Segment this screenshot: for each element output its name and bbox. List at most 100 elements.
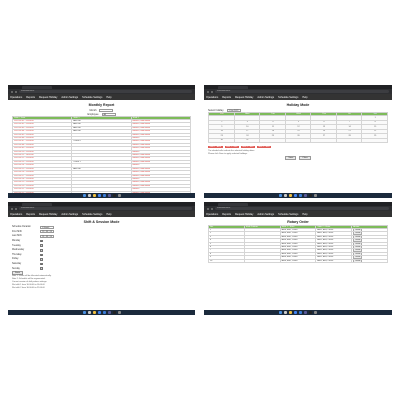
browser-tab[interactable] <box>218 203 248 206</box>
search-icon[interactable] <box>87 194 91 197</box>
nav-item[interactable]: Operations <box>206 213 218 216</box>
windows-icon[interactable] <box>279 194 282 197</box>
files-icon[interactable] <box>92 194 96 197</box>
back-icon[interactable] <box>11 207 13 210</box>
delete-button[interactable]: Delete <box>353 239 363 241</box>
address-field[interactable]: scheduler.local <box>19 207 192 210</box>
windows-icon[interactable] <box>279 311 282 314</box>
nav-item[interactable]: Admin Settings <box>257 96 274 99</box>
delete-button[interactable]: Delete <box>353 243 363 245</box>
terminal-icon[interactable] <box>309 311 312 314</box>
files-icon[interactable] <box>92 311 96 314</box>
calendar-day[interactable] <box>259 137 286 143</box>
nav-item[interactable]: Help <box>106 213 111 216</box>
delete-button[interactable]: Delete <box>353 246 363 248</box>
nav-item[interactable]: Reports <box>222 96 231 99</box>
settings-icon[interactable] <box>117 194 121 197</box>
weekday-checkbox[interactable]: ✓ <box>40 267 43 270</box>
store-icon[interactable] <box>107 194 111 197</box>
delete-button[interactable]: Delete <box>353 260 363 262</box>
reload-icon[interactable] <box>15 207 17 210</box>
settings-icon[interactable] <box>117 311 121 314</box>
employee-select[interactable]: All <box>101 112 116 116</box>
settings-icon[interactable] <box>314 311 317 314</box>
browser-tab[interactable] <box>22 203 52 206</box>
nav-item[interactable]: Reports <box>222 213 231 216</box>
weekday-checkbox[interactable]: ✓ <box>40 262 43 266</box>
nav-item[interactable]: Request Holiday <box>235 96 253 99</box>
browser-icon[interactable] <box>294 311 297 314</box>
nav-item[interactable]: Schedule Settings <box>278 213 298 216</box>
weekday-checkbox[interactable]: ✓ <box>40 244 43 247</box>
nav-item[interactable]: Help <box>106 96 111 99</box>
browser-tab[interactable] <box>218 86 248 89</box>
mail-icon[interactable] <box>299 311 302 314</box>
shift-slot-chip[interactable]: Shift 2 - Bart <box>256 146 271 148</box>
weekday-checkbox[interactable]: ✓ <box>40 249 43 252</box>
files-icon[interactable] <box>289 311 292 314</box>
browser-icon[interactable] <box>97 194 101 197</box>
nav-item[interactable]: Operations <box>10 96 22 99</box>
month-input[interactable] <box>99 108 114 112</box>
delete-button[interactable]: Delete <box>353 233 363 235</box>
last-shift-input[interactable]: 16 : 00 : 00 <box>40 234 54 238</box>
address-field[interactable]: scheduler.local <box>215 207 389 210</box>
nav-item[interactable]: Help <box>302 96 307 99</box>
nav-item[interactable]: Schedule Settings <box>278 96 298 99</box>
browser-icon[interactable] <box>294 194 297 197</box>
delete-button[interactable]: Delete <box>353 250 363 252</box>
calendar-day[interactable] <box>335 137 363 143</box>
address-field[interactable]: scheduler.local <box>215 90 389 93</box>
shift-slot-chip[interactable]: Shift 1 - Bart <box>224 146 239 148</box>
delete-button[interactable]: Delete <box>353 256 363 259</box>
browser-tab[interactable] <box>22 86 52 89</box>
back-icon[interactable] <box>11 90 13 93</box>
shift-slot-chip[interactable]: Shift 1 - Alice <box>208 146 223 148</box>
delete-button[interactable]: Delete <box>353 236 363 238</box>
calendar-day[interactable]: 30 <box>208 137 235 143</box>
calendar-day[interactable] <box>310 137 337 143</box>
calendar-day[interactable] <box>361 137 388 143</box>
weekday-checkbox[interactable]: ✓ <box>40 239 43 243</box>
weekday-checkbox[interactable]: ✓ <box>40 253 43 257</box>
reload-icon[interactable] <box>211 90 213 93</box>
save-button[interactable]: Save <box>285 156 297 160</box>
nav-item[interactable]: Schedule Settings <box>82 213 102 216</box>
search-icon[interactable] <box>284 194 287 197</box>
nav-item[interactable]: Admin Settings <box>61 96 78 99</box>
windows-icon[interactable] <box>82 311 86 314</box>
holiday-select[interactable]: 1 Jan 2022 <box>226 108 241 112</box>
nav-item[interactable]: Request Holiday <box>235 213 253 216</box>
terminal-icon[interactable] <box>112 311 116 314</box>
store-icon[interactable] <box>107 311 111 314</box>
mail-icon[interactable] <box>102 194 106 197</box>
delete-button[interactable]: Delete <box>353 229 363 231</box>
mail-icon[interactable] <box>299 194 302 197</box>
nav-item[interactable]: Schedule Settings <box>82 96 102 99</box>
nav-item[interactable]: Operations <box>206 96 218 99</box>
search-icon[interactable] <box>284 311 287 314</box>
browser-icon[interactable] <box>97 311 101 314</box>
settings-icon[interactable] <box>314 194 317 197</box>
terminal-icon[interactable] <box>309 194 312 197</box>
back-icon[interactable] <box>207 207 209 210</box>
terminal-icon[interactable] <box>112 194 116 197</box>
reload-icon[interactable] <box>15 90 17 93</box>
store-icon[interactable] <box>304 194 307 197</box>
nav-item[interactable]: Admin Settings <box>257 213 274 216</box>
delete-button[interactable]: Delete <box>353 253 363 255</box>
nav-item[interactable]: Admin Settings <box>61 213 78 216</box>
nav-item[interactable]: Operations <box>10 213 22 216</box>
back-icon[interactable] <box>207 90 209 93</box>
clear-button[interactable]: Clear <box>299 156 311 160</box>
nav-item[interactable]: Request Holiday <box>39 96 57 99</box>
nav-item[interactable]: Request Holiday <box>39 213 57 216</box>
nav-item[interactable]: Reports <box>26 96 35 99</box>
windows-icon[interactable] <box>82 194 86 197</box>
nav-item[interactable]: Reports <box>26 213 35 216</box>
calendar-day[interactable] <box>284 137 312 143</box>
reload-icon[interactable] <box>211 207 213 210</box>
first-shift-input[interactable]: 10 : 00 : 00 <box>40 230 54 234</box>
nav-item[interactable]: Help <box>302 213 307 216</box>
search-icon[interactable] <box>87 311 91 314</box>
